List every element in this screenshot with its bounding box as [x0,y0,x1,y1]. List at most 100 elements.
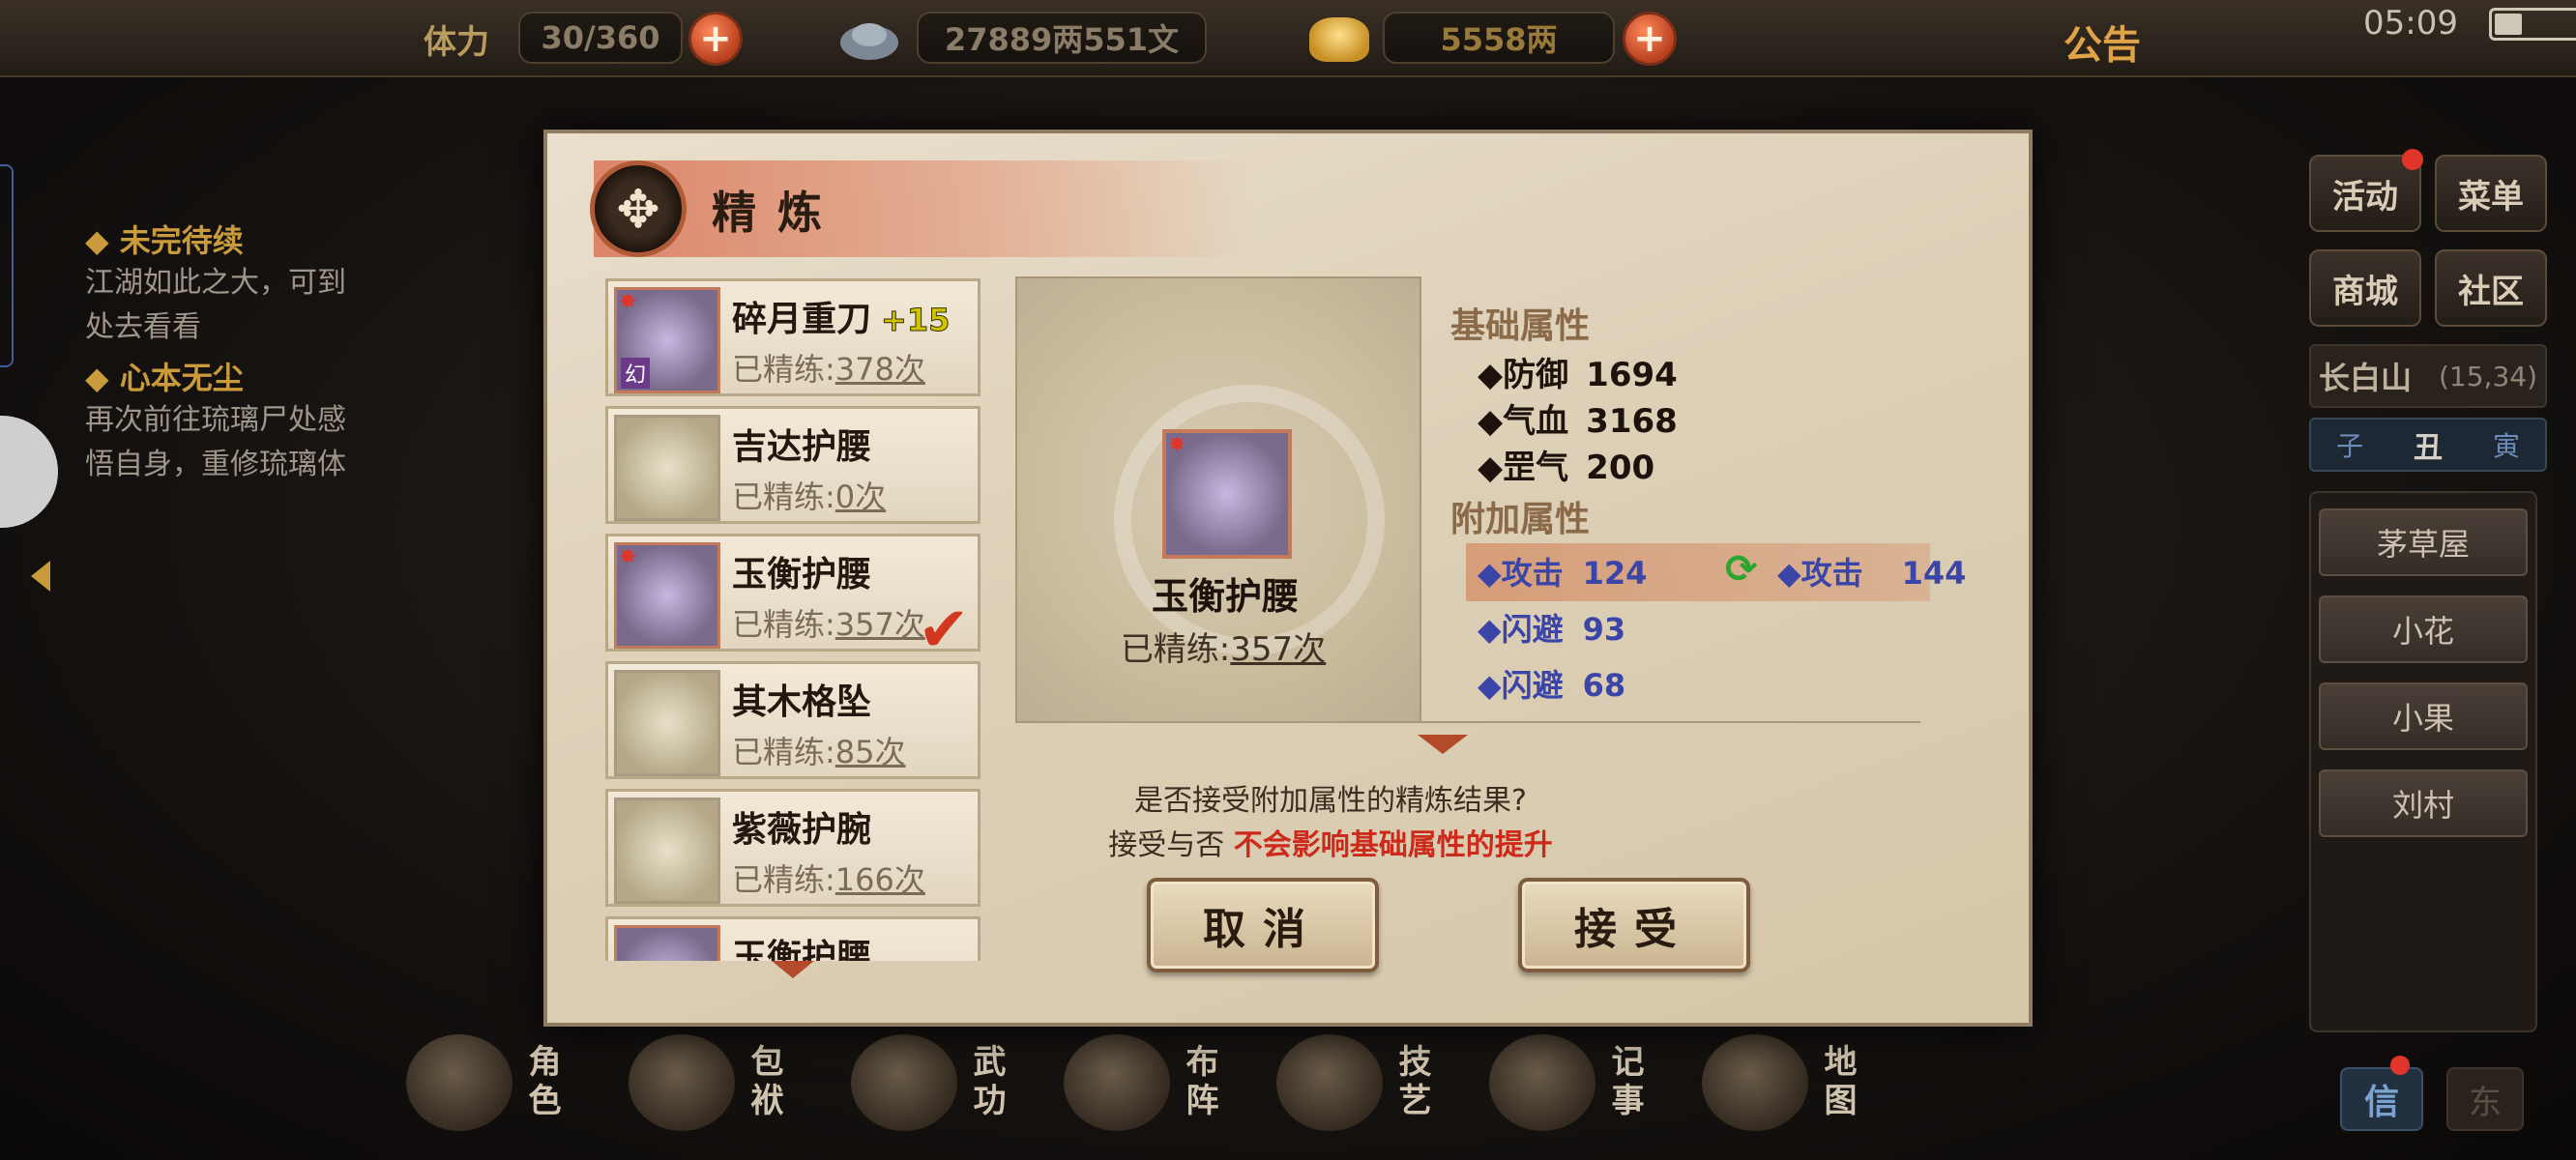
count-value: 357次 [1230,630,1327,669]
list-item[interactable]: 吉达护腰 已精练:0次 [605,406,981,524]
diamond-icon: ◆ [1777,555,1801,592]
item-plus-level: +15 [881,302,951,339]
attr-value: 1694 [1586,356,1678,394]
shop-button[interactable]: 商城 [2309,249,2421,327]
prompt-line: 是否接受附加属性的精炼结果? [1134,784,1527,818]
npc-item[interactable]: 茅草屋 [2319,508,2528,576]
refine-dialog: ✥ 精炼 ✸ 幻 碎月重刀 +15 已精练:378次 吉达护腰 已精练:0次 ✸ … [543,130,2033,1027]
silver-value: 27889两551文 [917,12,1207,64]
community-button[interactable]: 社区 [2435,249,2547,327]
attr-value: 144 [1901,555,1967,592]
divider [1031,721,1920,723]
preview-item-name: 玉衡护腰 [1151,575,1299,618]
menu-formation[interactable]: 布阵 [1064,1034,1271,1131]
item-name: 玉衡护腰 [732,938,872,961]
attr-name: 罡气 [1503,449,1569,487]
time-mark: 子 [2335,430,2363,462]
npc-item[interactable]: 小花 [2319,595,2528,663]
add-stamina-button[interactable]: + [688,12,743,66]
gold-value: 5558两 [1383,12,1615,64]
count-value: 0次 [834,478,887,515]
quest-title: 未完待续 [119,222,244,259]
base-attr-row: ◆气血 3168 [1478,394,1678,442]
attr-value: 3168 [1586,402,1678,441]
quest-text-line: 悟自身，重修琉璃体 [85,448,346,481]
notification-dot [2390,1056,2410,1075]
list-item[interactable]: ✸ 幻 碎月重刀 +15 已精练:378次 [605,278,981,396]
diamond-icon: ◆ [1478,611,1502,648]
attr-name: 闪避 [1501,611,1564,648]
belt-icon: ✸ [614,542,720,649]
location-box[interactable]: 长白山 (15,34) [2309,344,2547,408]
count-value: 378次 [834,351,925,388]
swap-icon: ⟳ [1725,547,1758,592]
side-tab[interactable] [0,164,14,367]
base-attr-row: ◆防御 1694 [1478,348,1678,395]
battery-icon [2489,8,2576,41]
menu-character[interactable]: 角色 [406,1034,613,1131]
scroll-down-icon[interactable] [772,961,814,978]
direction-button[interactable]: 东 [2446,1067,2524,1131]
menu-journal[interactable]: 记事 [1489,1034,1696,1131]
menu-label: 武功 [967,1044,1006,1121]
menu-button[interactable]: 菜单 [2435,155,2547,232]
count-label: 已精练: [732,734,835,770]
base-attr-title: 基础属性 [1450,306,1591,346]
list-item[interactable]: 玉衡护腰 [605,916,981,961]
quest-item[interactable]: ◆ 心本无尘 再次前往琉璃尸处感 悟自身，重修琉璃体 [85,354,453,487]
attr-name: 气血 [1503,402,1569,441]
bonus-attr-row: ◆闪避 93 [1478,605,1625,650]
menu-label: 包袱 [745,1044,783,1121]
new-attr-row: ◆攻击 144 [1777,549,1966,594]
bonus-attr-title: 附加属性 [1450,500,1591,539]
list-item-selected[interactable]: ✸ 玉衡护腰 已精练:357次 ✔ [605,534,981,666]
count-label: 已精练: [732,606,835,643]
attr-name: 攻击 [1501,555,1564,592]
npc-item[interactable]: 小果 [2319,682,2528,750]
mail-button[interactable]: 信 [2340,1067,2423,1131]
count-value: 357次 [834,606,925,643]
npc-item[interactable]: 刘村 [2319,769,2528,837]
attr-value: 124 [1582,555,1648,592]
clock: 05:09 [2363,4,2458,43]
quest-text-line: 处去看看 [85,310,201,344]
time-mark-current: 丑 [2413,431,2443,465]
menu-label: 布阵 [1180,1044,1218,1121]
add-gold-button[interactable]: + [1623,12,1677,66]
menu-martial-arts[interactable]: 武功 [851,1034,1058,1131]
notice-button[interactable]: 公告 [2064,14,2141,70]
equipment-list[interactable]: ✸ 幻 碎月重刀 +15 已精练:378次 吉达护腰 已精练:0次 ✸ 玉衡护腰 … [605,278,981,961]
prompt-prefix: 接受与否 [1108,828,1225,862]
belt-icon: ✸ [1162,429,1292,559]
accept-button[interactable]: 接受 [1518,878,1750,972]
diamond-icon: ◆ [1478,402,1504,441]
menu-map[interactable]: 地图 [1702,1034,1909,1131]
star-icon: ✸ [1168,433,1186,457]
diamond-icon: ◆ [1478,667,1502,704]
menu-bag[interactable]: 包袱 [629,1034,835,1131]
menu-label: 记事 [1605,1044,1644,1121]
time-mark: 寅 [2492,430,2520,462]
diamond-icon: ◆ [1478,449,1504,487]
diamond-icon: ◆ [1478,356,1504,394]
blade-icon: ✸ 幻 [614,287,720,393]
count-label: 已精练: [1120,630,1231,669]
preview-count: 已精练:357次 [1073,623,1373,670]
quest-item[interactable]: ◆ 未完待续 江湖如此之大，可到 处去看看 [85,217,453,350]
attr-value: 200 [1586,449,1655,487]
list-item[interactable]: 紫薇护腕 已精练:166次 [605,789,981,907]
menu-craft[interactable]: 技艺 [1276,1034,1483,1131]
top-bar: 体力 30/360 + 27889两551文 5558两 + 公告 05:09 [0,0,2576,77]
stamina-value: 30/360 [518,12,683,64]
diamond-icon: ◆ [1478,555,1502,592]
belt-icon [614,415,720,521]
collapse-left-icon[interactable] [31,561,50,592]
item-count-row: 已精练:166次 [732,856,925,900]
quest-text-line: 江湖如此之大，可到 [85,266,346,300]
dialog-title: 精炼 [712,187,843,239]
formation-icon [1064,1034,1170,1131]
float-assist-button[interactable] [0,416,58,528]
list-item[interactable]: 其木格坠 已精练:85次 [605,661,981,779]
bonus-attr-row: ◆闪避 68 [1478,661,1625,706]
cancel-button[interactable]: 取消 [1147,878,1379,972]
